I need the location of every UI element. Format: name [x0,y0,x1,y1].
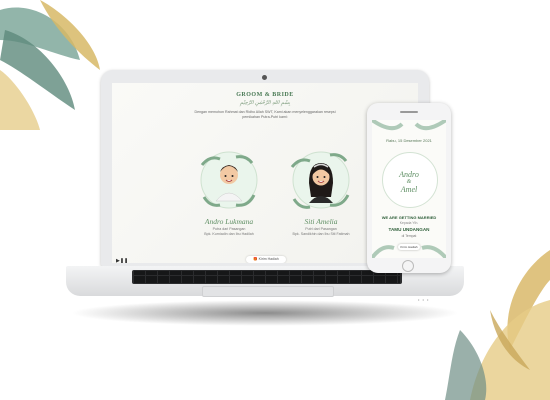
send-gift-button[interactable]: 🎁 Kirim Hadiah [246,256,286,263]
bride-parents-names: Bpk. Sandikhin dan Ibu Siti Fatimah [292,232,350,236]
phone-speaker [400,111,418,113]
keyboard-row [134,280,400,283]
music-player-icon[interactable]: ▶❚❚ [116,258,128,263]
name-groom: Andro [399,170,419,179]
phone-device: Rabu, 15 Desember 2021 Andro & Amel WE A… [367,103,451,273]
kepada-label: Kepada Yth. [399,221,419,225]
page-title: GROOM & BRIDE [236,92,294,98]
phone-screen: Rabu, 15 Desember 2021 Andro & Amel WE A… [372,120,446,258]
send-gift-label: Kirim Hadiah [258,257,279,261]
laptop-touchpad [202,286,334,297]
getting-married-text: WE ARE GETTING MARRIED [381,215,437,220]
tropical-leaves-top-left [0,0,100,130]
floral-corner-bottom-icon [372,245,446,258]
name-bride: Amel [400,185,418,194]
webcam [262,75,267,80]
floral-corner-top-icon [372,120,446,131]
guest-name: TAMU UNDANGAN [388,227,430,232]
wedding-date: Rabu, 15 Desember 2021 [386,138,432,143]
phone-home-button[interactable] [402,260,414,272]
status-dots: • • • [418,297,430,302]
floral-wreath-icon [290,151,350,209]
couple-names: Andro & Amel [372,170,446,194]
groom-portrait [192,145,266,217]
laptop-keyboard [132,270,402,284]
groom-parents-names: Bpk. Kurniadin dan Ibu Hadilah [204,232,254,236]
floral-wreath-icon [200,151,258,209]
keyboard-row [134,271,400,275]
bride-name: Siti Amelia [304,217,338,226]
bride-portrait [284,145,358,217]
intro-text: Dengan memohon Rahmat dan Ridho Allah SW… [194,110,336,119]
groom-name: Andro Lukmana [204,217,254,226]
